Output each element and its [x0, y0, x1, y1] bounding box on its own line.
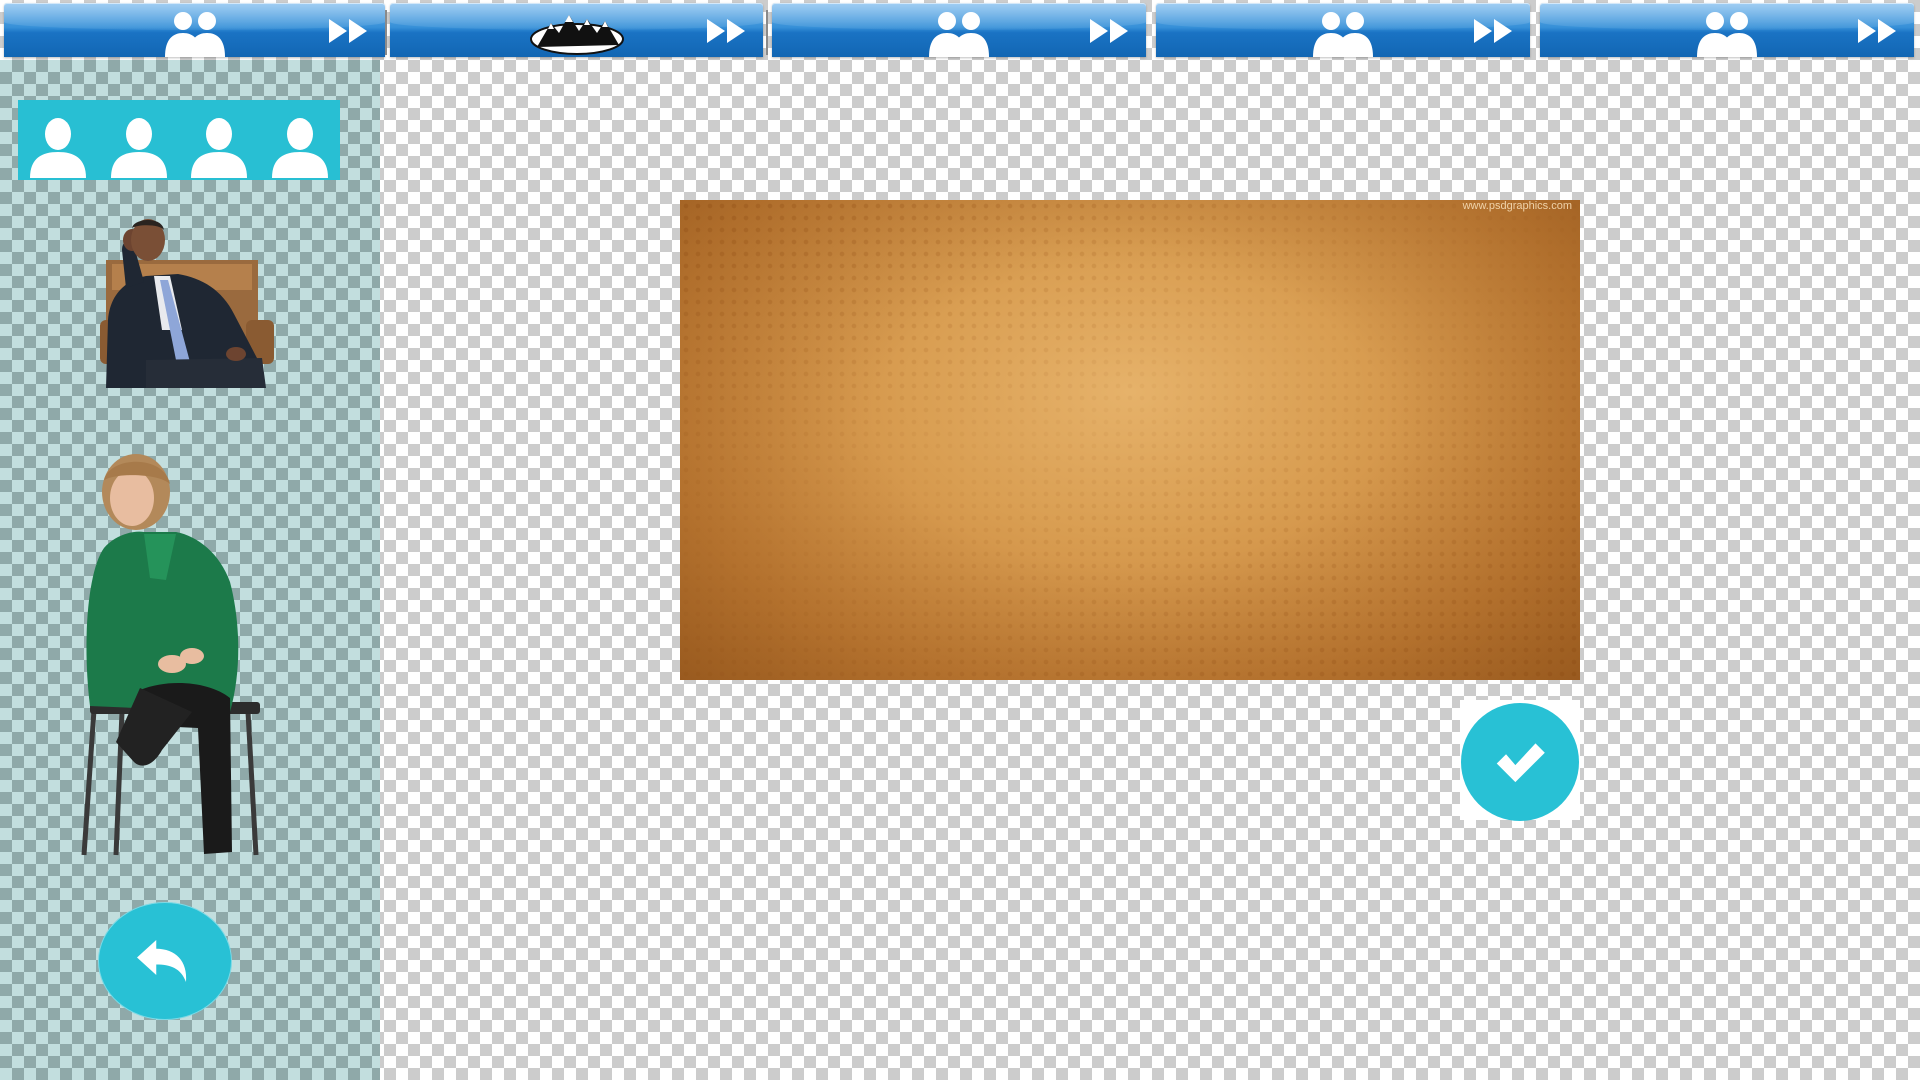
- character-seated-woman[interactable]: [80, 450, 280, 860]
- tab-divider: [766, 10, 768, 55]
- scene-backdrop[interactable]: www.psdgraphics.com: [680, 200, 1580, 680]
- tab-characters-4[interactable]: [1156, 3, 1530, 57]
- two-people-silhouette-icon: [1313, 12, 1373, 57]
- fast-forward-icon: [329, 19, 367, 43]
- person-slot-3[interactable]: [179, 100, 260, 180]
- person-slot-2[interactable]: [99, 100, 180, 180]
- person-silhouette-icon: [30, 118, 87, 178]
- people-filter-bar: [18, 100, 340, 180]
- top-tab-strip: [0, 0, 1920, 60]
- person-slot-4[interactable]: [260, 100, 341, 180]
- mountains-icon: [529, 15, 624, 55]
- two-people-silhouette-icon: [164, 12, 225, 57]
- person-slot-1[interactable]: [18, 100, 99, 180]
- back-button[interactable]: [98, 902, 232, 1020]
- backdrop-vignette: [680, 200, 1580, 680]
- backdrop-watermark: www.psdgraphics.com: [1462, 200, 1572, 212]
- checkmark-icon: [1496, 743, 1545, 783]
- person-silhouette-icon: [271, 118, 328, 178]
- fast-forward-icon: [1474, 19, 1512, 43]
- fast-forward-icon: [1858, 19, 1896, 43]
- tab-characters-3[interactable]: [772, 3, 1146, 57]
- character-seated-man[interactable]: [86, 210, 286, 390]
- character-sidebar: [0, 60, 380, 1080]
- person-silhouette-icon: [191, 118, 248, 178]
- tab-backgrounds[interactable]: [390, 3, 763, 57]
- fast-forward-icon: [707, 19, 745, 43]
- tab-characters-5[interactable]: [1540, 3, 1914, 57]
- tab-divider: [385, 10, 387, 55]
- fast-forward-icon: [1090, 19, 1128, 43]
- confirm-button[interactable]: [1461, 703, 1579, 821]
- tab-characters-1[interactable]: [4, 3, 385, 57]
- two-people-silhouette-icon: [929, 12, 989, 57]
- two-people-silhouette-icon: [1697, 12, 1757, 57]
- undo-arrow-icon: [137, 940, 187, 982]
- person-silhouette-icon: [110, 118, 167, 178]
